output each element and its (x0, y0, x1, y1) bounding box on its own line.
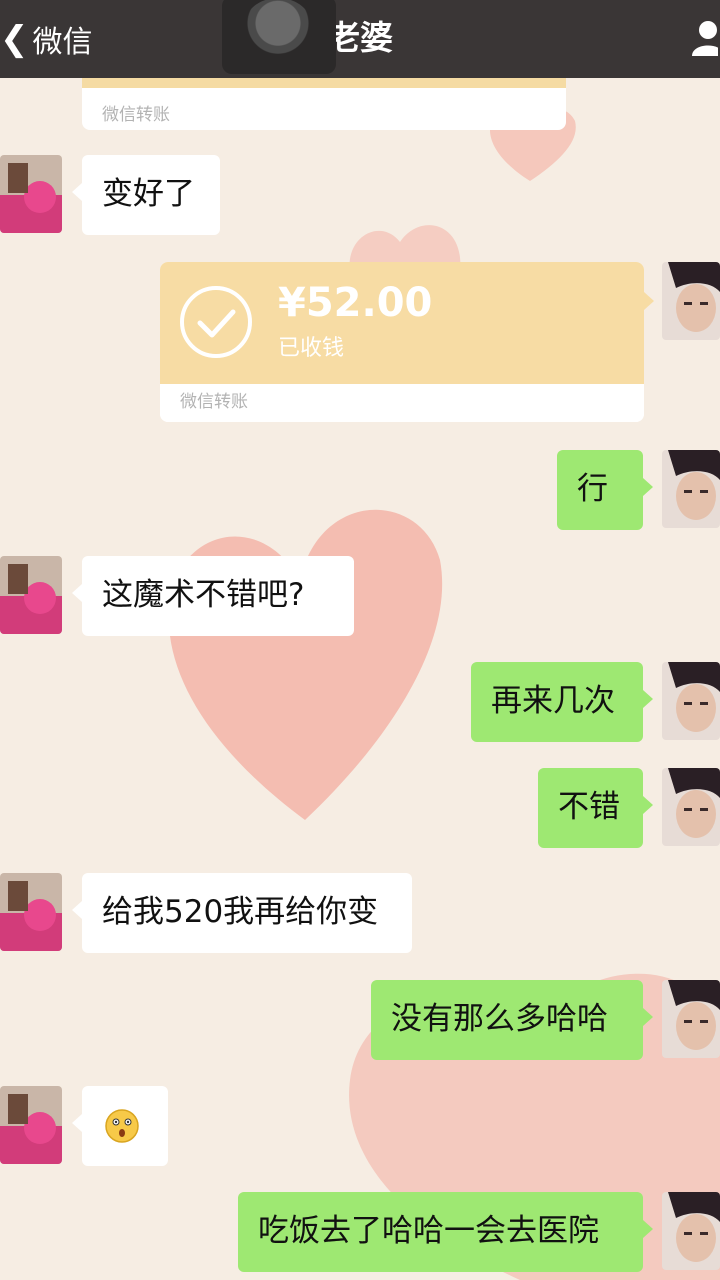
contact-avatar[interactable] (0, 1086, 62, 1164)
message-text: 没有那么多哈哈 (391, 1001, 608, 1037)
message-bubble-sent: 再来几次 (471, 662, 653, 742)
surprised-face-icon (105, 1109, 139, 1143)
profile-icon[interactable] (688, 18, 718, 58)
my-avatar[interactable] (662, 662, 720, 740)
transfer-amount: ¥52.00 (278, 280, 433, 326)
message-bubble-received: 给我520我再给你变 (72, 873, 412, 953)
contact-avatar[interactable] (0, 556, 62, 634)
message-text: 不错 (558, 789, 620, 825)
previous-transfer-card[interactable]: 微信转账 (82, 78, 566, 130)
contact-avatar[interactable] (0, 155, 62, 233)
contact-avatar[interactable] (0, 873, 62, 951)
message-bubble-received: 变好了 (72, 155, 220, 235)
transfer-card[interactable]: ¥52.00 已收钱 微信转账 (160, 262, 644, 422)
my-avatar[interactable] (662, 262, 720, 340)
message-text: 行 (577, 471, 608, 507)
check-circle-icon (180, 286, 252, 358)
top-bar: ❮ 微信 老婆 (0, 0, 720, 78)
message-text: 这魔术不错吧? (102, 577, 305, 613)
transfer-card-tail (644, 292, 654, 310)
message-bubble-sent: 不错 (538, 768, 653, 848)
camera-lens-icon (244, 0, 312, 54)
my-avatar[interactable] (662, 450, 720, 528)
my-avatar[interactable] (662, 1192, 720, 1270)
heart-wallpaper-icon (168, 509, 443, 820)
message-bubble-received: 这魔术不错吧? (72, 556, 354, 636)
message-text: 变好了 (102, 176, 195, 212)
transfer-source-label: 微信转账 (180, 392, 248, 412)
message-bubble-sent: 行 (557, 450, 653, 530)
transfer-status: 已收钱 (278, 336, 345, 361)
transfer-source-label: 微信转账 (102, 105, 170, 125)
message-bubble-received (72, 1086, 168, 1166)
message-bubble-sent: 没有那么多哈哈 (371, 980, 653, 1060)
transfer-card-footer: 微信转账 (160, 384, 644, 422)
message-text: 吃饭去了哈哈一会去医院 (258, 1213, 599, 1249)
message-text: 给我520我再给你变 (102, 894, 379, 930)
transfer-card-header: ¥52.00 已收钱 (160, 262, 644, 384)
message-bubble-sent: 吃饭去了哈哈一会去医院 (238, 1192, 653, 1272)
my-avatar[interactable] (662, 768, 720, 846)
chat-title: 老婆 (327, 18, 393, 57)
message-text: 再来几次 (491, 683, 615, 719)
my-avatar[interactable] (662, 980, 720, 1058)
